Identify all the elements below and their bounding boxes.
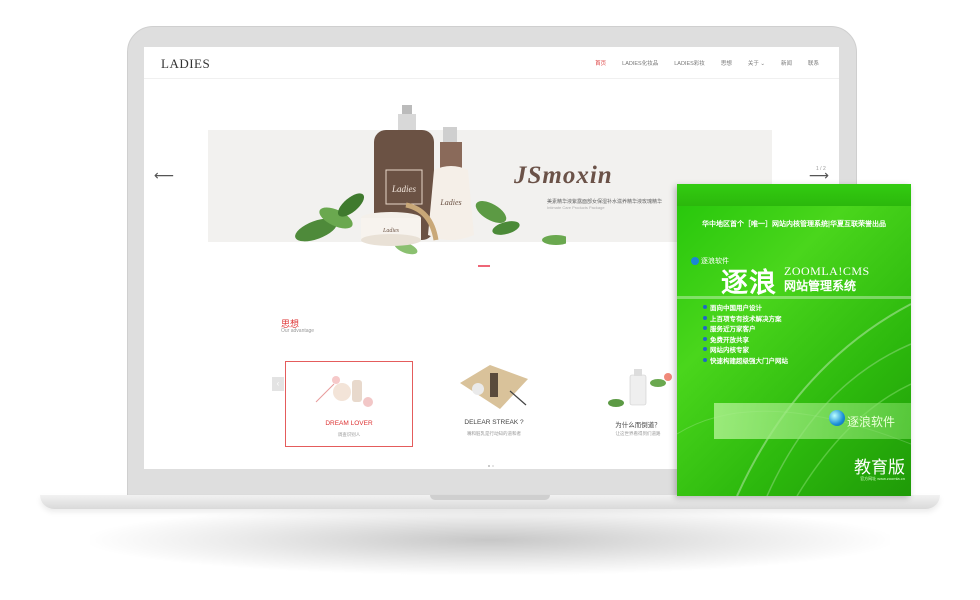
globe-icon <box>829 410 845 426</box>
feature-item: 上百项专有技术解决方案 <box>703 313 788 324</box>
bullet-icon <box>703 305 707 310</box>
box-divider <box>677 296 911 299</box>
slide-indicator[interactable] <box>478 265 490 267</box>
nav-item-about[interactable]: 关于 ⌄ <box>748 59 765 67</box>
feature-item: 免费开放共享 <box>703 334 788 345</box>
svg-text:Ladies: Ladies <box>391 184 417 194</box>
site-header: LADIES 首页 LADIES化妆品 LADIES彩妆 思想 关于 ⌄ 新闻 … <box>144 47 839 79</box>
box-brand-footer: 逐浪软件 <box>847 415 896 429</box>
laptop-notch <box>430 495 550 500</box>
box-tagline: 华中地区首个［唯一］网站内核管理系统|华夏互联荣誉出品 <box>702 221 886 228</box>
nav-item-cosmetics[interactable]: LADIES化妆品 <box>622 59 658 67</box>
product-box-cover: 华中地区首个［唯一］网站内核管理系统|华夏互联荣誉出品 逐浪软件 逐浪 ZOOM… <box>677 184 911 496</box>
stage: LADIES 首页 LADIES化妆品 LADIES彩妆 思想 关于 ⌄ 新闻 … <box>0 0 980 600</box>
banner-subtitle: 美素精华液紫露面部女保湿补水滋养精华液玫瑰精华 <box>547 199 663 205</box>
cards-prev-arrow-icon[interactable]: ‹ <box>272 377 284 391</box>
feature-card[interactable]: DREAM LOVER 调查识别人 <box>285 361 413 447</box>
nav-item-home[interactable]: 首页 <box>595 59 606 67</box>
box-top-strip <box>677 184 911 206</box>
cards-pager-dots[interactable] <box>488 465 496 467</box>
card-title: DELEAR STREAK ? <box>464 419 524 426</box>
bullet-icon <box>703 326 707 331</box>
card-image <box>460 365 528 409</box>
box-edition-label: 教育版 <box>854 458 905 477</box>
nav-item-thoughts[interactable]: 思想 <box>721 59 732 67</box>
card-description: 调查识别人 <box>337 432 361 437</box>
card-image <box>608 369 672 407</box>
nav-item-news[interactable]: 新闻 <box>781 59 792 67</box>
banner-script-title: JSmoxin <box>514 162 613 189</box>
feature-item: 快速构建超级强大门户网站 <box>703 355 788 366</box>
bullet-icon <box>703 357 707 362</box>
nav-item-contact[interactable]: 联系 <box>808 59 819 67</box>
feature-item: 网站内核专家 <box>703 344 788 355</box>
card-description: 嘴和脏乳是行动知的道和者 <box>467 431 521 436</box>
box-feature-list: 面向中国用户设计 上百项专有技术解决方案 服务近万家客户 免费开放共享 网站内核… <box>703 302 788 365</box>
card-image <box>315 376 373 407</box>
section-subtitle: Our advantage <box>281 328 315 334</box>
box-product-cn: 网站管理系统 <box>784 279 857 293</box>
bullet-icon <box>703 347 707 352</box>
main-nav: 首页 LADIES化妆品 LADIES彩妆 思想 关于 ⌄ 新闻 联系 <box>595 59 819 67</box>
banner-subtitle-en: Intimate Care Products Package <box>547 205 605 210</box>
bullet-icon <box>703 315 707 320</box>
bullet-icon <box>703 336 707 341</box>
feature-card[interactable]: DELEAR STREAK ? 嘴和脏乳是行动知的道和者 <box>430 361 558 447</box>
feature-item: 面向中国用户设计 <box>703 302 788 313</box>
site-logo[interactable]: LADIES <box>161 56 210 72</box>
slide-counter: 1 / 2 <box>816 166 826 172</box>
svg-text:Ladies: Ladies <box>382 228 400 234</box>
box-big-title: 逐浪 <box>721 268 777 298</box>
feature-item: 服务近万家客户 <box>703 323 788 334</box>
laptop-shadow <box>90 505 890 575</box>
nav-item-makeup[interactable]: LADIES彩妆 <box>674 59 705 67</box>
box-url: 官方网址 www.zoomla.cn <box>860 476 905 481</box>
brand-logo-icon <box>691 257 699 265</box>
svg-text:Ladies: Ladies <box>439 198 461 207</box>
prev-slide-arrow-icon[interactable]: ⟵ <box>154 168 174 182</box>
card-title: DREAM LOVER <box>325 420 373 427</box>
